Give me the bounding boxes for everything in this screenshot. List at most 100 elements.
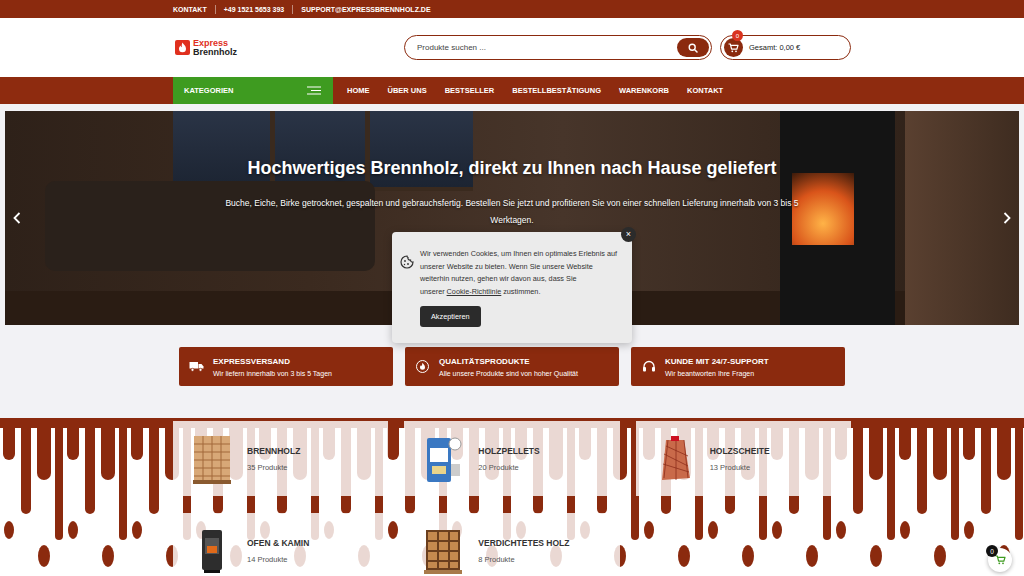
icon-shape xyxy=(450,552,458,560)
nav-item[interactable]: BESTELLBESTÄTIGUNG xyxy=(503,86,610,95)
icon-shape xyxy=(642,360,656,373)
menu-icon xyxy=(307,86,321,95)
icon-shape xyxy=(15,213,20,223)
headset-icon xyxy=(641,360,656,373)
icon-shape xyxy=(695,49,698,52)
icon-shape xyxy=(426,530,460,570)
hero-sofa xyxy=(45,181,375,271)
feature-text: Wir beantworten Ihre Fragen xyxy=(665,370,769,377)
icon-shape xyxy=(175,40,190,55)
icon-shape xyxy=(428,532,458,568)
cart-button[interactable]: 0Gesamt: 0,00 € xyxy=(720,35,851,60)
categories-button[interactable]: KATEGORIEN xyxy=(173,77,333,104)
category-count: 35 Produkte xyxy=(247,463,300,472)
cookie-icon xyxy=(400,255,414,333)
category-name: OFEN & KAMIN xyxy=(247,538,309,548)
nav-item[interactable]: ÜBER UNS xyxy=(379,86,436,95)
nav-item[interactable]: BESTSELLER xyxy=(436,86,504,95)
icon-shape xyxy=(428,542,437,550)
icon-shape xyxy=(995,555,1006,565)
icon-shape xyxy=(1005,213,1010,223)
icon-shape xyxy=(439,532,448,540)
category-count: 8 Produkte xyxy=(478,555,569,564)
icon-shape xyxy=(671,436,679,441)
icon-shape xyxy=(644,362,654,369)
icon-shape xyxy=(401,256,413,268)
icon-shape xyxy=(424,570,462,574)
feature-title: EXPRESSVERSAND xyxy=(213,357,332,366)
hero-panel xyxy=(905,111,1019,325)
icon-shape xyxy=(193,434,231,484)
cookie-body: Wir verwenden Cookies, um Ihnen ein opti… xyxy=(420,248,620,333)
nav-item[interactable]: KONTAKT xyxy=(678,86,732,95)
pellets-icon xyxy=(422,433,464,485)
icon-shape xyxy=(998,562,1000,564)
category-body: HOLZPELLETS20 Produkte xyxy=(478,446,539,472)
nav-item[interactable]: HOME xyxy=(338,86,379,95)
topbar-row: KONTAKT+49 1521 5653 393SUPPORT@EXPRESSB… xyxy=(173,0,851,18)
category-body: VERDICHTETES HOLZ 8 Produkte xyxy=(478,538,569,564)
cookie-message-end: zustimmen. xyxy=(503,287,540,296)
category-card[interactable]: HOLZPELLETS20 Produkte xyxy=(404,421,619,496)
icon-shape xyxy=(194,436,230,482)
header: ExpressBrennholz 0Gesamt: 0,00 € xyxy=(0,18,1024,77)
crate-icon xyxy=(191,433,233,485)
icon-shape xyxy=(428,532,437,540)
icon-shape xyxy=(420,363,425,370)
floating-cart-badge: 0 xyxy=(986,545,998,557)
topbar: KONTAKT+49 1521 5653 393SUPPORT@EXPRESSB… xyxy=(0,0,1024,18)
icon-shape xyxy=(194,436,230,482)
icon-shape xyxy=(424,526,462,576)
topbar-item[interactable]: +49 1521 5653 393 xyxy=(215,5,293,14)
icon-shape xyxy=(729,44,739,49)
icon-shape xyxy=(203,436,221,482)
logo-text: ExpressBrennholz xyxy=(193,39,237,57)
cookie-policy-link[interactable]: Cookie-Richtlinie xyxy=(447,287,502,296)
category-name: VERDICHTETES HOLZ xyxy=(478,538,569,548)
next-slide-icon[interactable] xyxy=(1000,209,1014,227)
icon-shape xyxy=(450,532,458,540)
prev-slide-icon[interactable] xyxy=(10,209,24,227)
feature-box: QUALITÄTSPRODUKTEAlle unsere Produkte si… xyxy=(405,347,619,386)
category-card[interactable]: OFEN & KAMIN14 Produkte xyxy=(173,513,388,576)
logo-line: Express xyxy=(193,39,237,48)
stove-icon xyxy=(191,525,233,576)
category-card[interactable]: VERDICHTETES HOLZ 8 Produkte xyxy=(404,513,619,576)
cart-total: Gesamt: 0,00 € xyxy=(749,43,800,52)
magnifier-icon xyxy=(688,43,698,53)
icon-shape xyxy=(193,480,231,484)
feature-box: EXPRESSVERSANDWir liefern innerhalb von … xyxy=(179,347,393,386)
close-button[interactable]: × xyxy=(621,227,636,242)
icon-shape xyxy=(193,526,231,576)
icon-shape xyxy=(404,260,406,262)
icon-shape xyxy=(13,212,21,224)
icon-shape xyxy=(663,440,689,480)
topbar-item[interactable]: KONTAKT xyxy=(173,5,215,14)
logo[interactable]: ExpressBrennholz xyxy=(173,39,404,57)
hero-content: Hochwertiges Brennholz, direkt zu Ihnen … xyxy=(5,111,1019,229)
feature-row: EXPRESSVERSANDWir liefern innerhalb von … xyxy=(179,347,845,386)
icon-shape xyxy=(175,40,190,55)
icon-shape xyxy=(207,546,217,553)
feature-title: KUNDE MIT 24/7-SUPPORT xyxy=(665,357,769,366)
category-card[interactable]: BRENNHOLZ35 Produkte xyxy=(173,421,388,496)
search-button[interactable] xyxy=(677,38,709,57)
icon-shape xyxy=(731,50,733,52)
icon-shape xyxy=(427,438,451,482)
category-name: HOLZPELLETS xyxy=(478,446,539,456)
search-input[interactable] xyxy=(415,42,677,53)
netbag-icon xyxy=(654,433,696,485)
icon-shape xyxy=(439,542,448,550)
category-card[interactable]: HOLZSCHEITE13 Produkte xyxy=(636,421,851,496)
icon-shape xyxy=(307,87,321,94)
category-body: BRENNHOLZ35 Produkte xyxy=(247,446,300,472)
icon-shape xyxy=(656,434,694,484)
floating-cart[interactable]: 0 xyxy=(988,548,1012,572)
icon-shape xyxy=(428,552,437,560)
accept-button[interactable]: Akzeptieren xyxy=(420,306,481,327)
icon-shape xyxy=(451,464,460,476)
nav-item[interactable]: WARENKORB xyxy=(610,86,678,95)
topbar-item[interactable]: SUPPORT@EXPRESSBRENNHOLZ.DE xyxy=(292,5,438,14)
hero-window-frame xyxy=(270,111,275,191)
cookie-banner: Wir verwenden Cookies, um Ihnen ein opti… xyxy=(392,232,632,343)
